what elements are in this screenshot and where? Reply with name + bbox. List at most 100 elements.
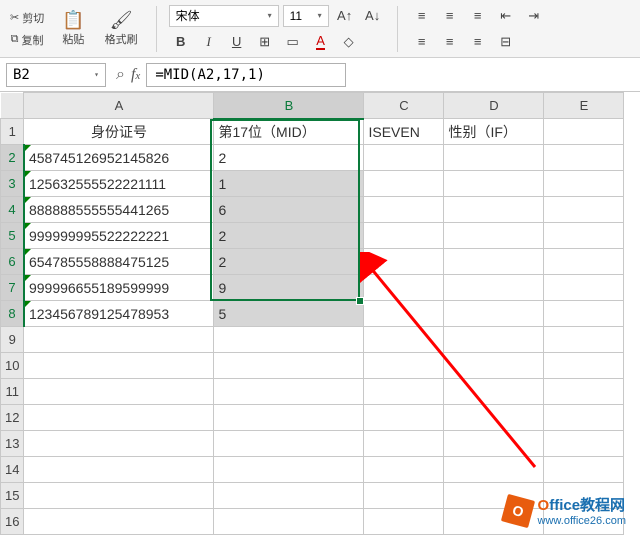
borders-button[interactable]: ⊞ bbox=[253, 31, 277, 53]
align-center-button[interactable]: ≡ bbox=[438, 31, 462, 53]
grid[interactable]: A B C D E 1 身份证号 第17位（MID） ISEVEN 性别（IF）… bbox=[0, 92, 624, 535]
col-header-B[interactable]: B bbox=[214, 93, 364, 119]
row-header[interactable]: 2 bbox=[1, 145, 24, 171]
underline-button[interactable]: U bbox=[225, 31, 249, 53]
cell[interactable] bbox=[544, 431, 624, 457]
cell[interactable] bbox=[214, 379, 364, 405]
cell[interactable] bbox=[364, 171, 444, 197]
cell[interactable] bbox=[544, 379, 624, 405]
align-top-button[interactable]: ≡ bbox=[410, 5, 434, 27]
cell[interactable] bbox=[214, 405, 364, 431]
name-box[interactable]: B2 ▾ bbox=[6, 63, 106, 87]
cell[interactable] bbox=[544, 249, 624, 275]
cell[interactable]: 1 bbox=[214, 171, 364, 197]
cell[interactable] bbox=[544, 119, 624, 145]
clear-format-button[interactable]: ◇ bbox=[337, 31, 361, 53]
row-header[interactable]: 3 bbox=[1, 171, 24, 197]
cell[interactable] bbox=[544, 327, 624, 353]
indent-left-button[interactable]: ⇤ bbox=[494, 5, 518, 27]
fx-icon[interactable]: fx bbox=[131, 66, 140, 84]
cell[interactable]: 2 bbox=[214, 145, 364, 171]
cell[interactable]: 999996655189599999 bbox=[24, 275, 214, 301]
cell[interactable]: 654785558888475125 bbox=[24, 249, 214, 275]
cell[interactable] bbox=[444, 249, 544, 275]
cell[interactable] bbox=[24, 431, 214, 457]
cell[interactable] bbox=[364, 249, 444, 275]
col-header-A[interactable]: A bbox=[24, 93, 214, 119]
format-painter-button[interactable]: 🖌 格式刷 bbox=[99, 8, 144, 49]
cell[interactable]: 性别（IF） bbox=[444, 119, 544, 145]
select-all-corner[interactable] bbox=[1, 93, 24, 119]
align-middle-button[interactable]: ≡ bbox=[438, 5, 462, 27]
row-header[interactable]: 9 bbox=[1, 327, 24, 353]
cell[interactable] bbox=[544, 457, 624, 483]
cell[interactable] bbox=[214, 509, 364, 535]
cell[interactable] bbox=[444, 379, 544, 405]
cell[interactable] bbox=[364, 223, 444, 249]
col-header-C[interactable]: C bbox=[364, 93, 444, 119]
cell[interactable]: 5 bbox=[214, 301, 364, 327]
cell[interactable] bbox=[214, 431, 364, 457]
row-header[interactable]: 4 bbox=[1, 197, 24, 223]
cell[interactable]: 458745126952145826 bbox=[24, 145, 214, 171]
font-name-select[interactable]: 宋体 ▾ bbox=[169, 5, 279, 27]
row-header[interactable]: 7 bbox=[1, 275, 24, 301]
cell[interactable] bbox=[444, 327, 544, 353]
cell[interactable]: 6 bbox=[214, 197, 364, 223]
cell[interactable] bbox=[444, 171, 544, 197]
fill-color-button[interactable]: ▭ bbox=[281, 31, 305, 53]
grow-font-button[interactable]: A↑ bbox=[333, 5, 357, 27]
cell[interactable] bbox=[444, 405, 544, 431]
cell[interactable] bbox=[444, 145, 544, 171]
paste-button[interactable]: 📋 粘贴 bbox=[56, 8, 90, 49]
cell[interactable]: 9 bbox=[214, 275, 364, 301]
cell[interactable] bbox=[364, 197, 444, 223]
cell[interactable] bbox=[214, 327, 364, 353]
cell[interactable] bbox=[444, 431, 544, 457]
cell[interactable] bbox=[364, 379, 444, 405]
row-header[interactable]: 13 bbox=[1, 431, 24, 457]
zoom-icon[interactable]: ⌕ bbox=[116, 66, 125, 84]
font-size-select[interactable]: 11 ▾ bbox=[283, 5, 329, 27]
cell[interactable] bbox=[544, 275, 624, 301]
cell[interactable] bbox=[364, 509, 444, 535]
row-header[interactable]: 16 bbox=[1, 509, 24, 535]
cut-button[interactable]: ✂ 剪切 bbox=[6, 8, 48, 28]
align-left-button[interactable]: ≡ bbox=[410, 31, 434, 53]
col-header-D[interactable]: D bbox=[444, 93, 544, 119]
cell[interactable] bbox=[214, 483, 364, 509]
cell[interactable] bbox=[544, 405, 624, 431]
cell[interactable] bbox=[544, 223, 624, 249]
cell[interactable] bbox=[544, 171, 624, 197]
cell[interactable] bbox=[24, 483, 214, 509]
fill-handle[interactable] bbox=[356, 297, 364, 305]
shrink-font-button[interactable]: A↓ bbox=[361, 5, 385, 27]
cell[interactable]: 身份证号 bbox=[24, 119, 214, 145]
cell[interactable] bbox=[24, 353, 214, 379]
col-header-E[interactable]: E bbox=[544, 93, 624, 119]
align-right-button[interactable]: ≡ bbox=[466, 31, 490, 53]
cell[interactable] bbox=[364, 457, 444, 483]
cell[interactable] bbox=[24, 509, 214, 535]
cell[interactable]: 123456789125478953 bbox=[24, 301, 214, 327]
indent-right-button[interactable]: ⇥ bbox=[522, 5, 546, 27]
bold-button[interactable]: B bbox=[169, 31, 193, 53]
cell[interactable] bbox=[24, 405, 214, 431]
row-header[interactable]: 10 bbox=[1, 353, 24, 379]
cell[interactable] bbox=[444, 353, 544, 379]
cell[interactable] bbox=[24, 457, 214, 483]
cell[interactable] bbox=[364, 327, 444, 353]
cell[interactable] bbox=[24, 379, 214, 405]
cell[interactable] bbox=[24, 327, 214, 353]
cell[interactable] bbox=[444, 301, 544, 327]
cell[interactable] bbox=[364, 301, 444, 327]
cell[interactable] bbox=[364, 405, 444, 431]
cell[interactable]: 2 bbox=[214, 223, 364, 249]
row-header[interactable]: 6 bbox=[1, 249, 24, 275]
cell[interactable]: 2 bbox=[214, 249, 364, 275]
cell[interactable] bbox=[364, 145, 444, 171]
row-header[interactable]: 1 bbox=[1, 119, 24, 145]
cell[interactable]: ISEVEN bbox=[364, 119, 444, 145]
cell[interactable]: 125632555522221111 bbox=[24, 171, 214, 197]
cell[interactable]: 999999995522222221 bbox=[24, 223, 214, 249]
